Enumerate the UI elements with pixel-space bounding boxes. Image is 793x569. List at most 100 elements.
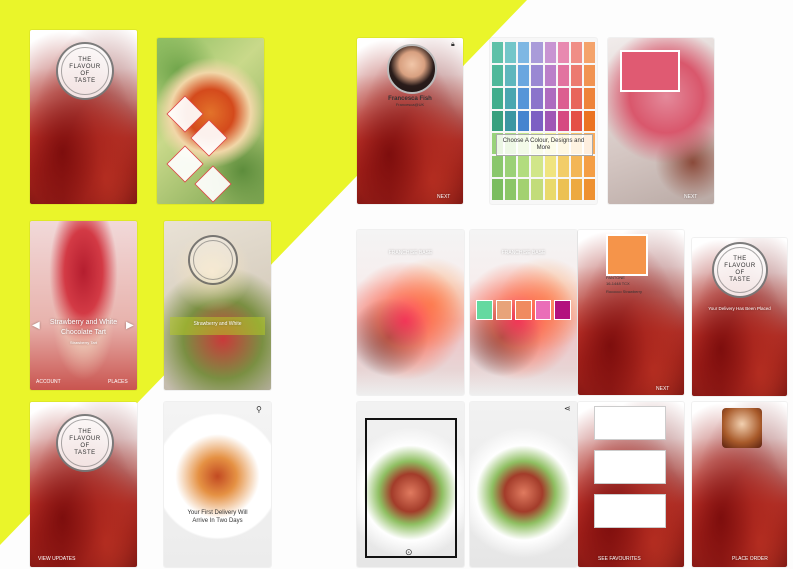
splash-screen-3: THE FLAVOUR OF TASTE Your Delivery Has B… <box>692 238 787 396</box>
colour-swatch[interactable] <box>495 300 513 320</box>
palette-cell[interactable] <box>518 87 530 109</box>
see-favourites-button[interactable]: SEE FAVOURITES <box>598 556 641 562</box>
palette-cell[interactable] <box>570 156 582 178</box>
colour-splash-screen: FRANCHISE BASE <box>357 230 464 395</box>
palette-cell[interactable] <box>505 179 517 200</box>
palette-cell[interactable] <box>531 179 543 200</box>
splash-screen-2: THE FLAVOUR OF TASTE VIEW UPDATES <box>30 402 137 567</box>
palette-cell[interactable] <box>531 64 543 86</box>
palette-cell[interactable] <box>518 64 530 86</box>
palette-cell[interactable] <box>544 179 556 200</box>
pantone-chip <box>620 50 680 92</box>
palette-cell[interactable] <box>544 87 556 109</box>
food-menu-screen <box>157 38 264 204</box>
franchise-label: FRANCHISE BASE <box>388 250 433 256</box>
dish-overlay-screen: Strawberry and White <box>164 221 271 390</box>
menu-diamond-2 <box>190 119 228 157</box>
palette-cell[interactable] <box>557 179 569 200</box>
franchise-label-2: FRANCHISE BASE <box>501 250 546 256</box>
palette-cell[interactable] <box>583 87 595 109</box>
fav-card-3[interactable] <box>594 494 666 528</box>
pantone-name: Rococco Strawberry <box>606 289 643 294</box>
palette-cell[interactable] <box>505 110 517 132</box>
colour-swatch[interactable] <box>534 300 552 320</box>
pantone-orange-chip <box>606 234 648 276</box>
palette-cell[interactable] <box>518 179 530 200</box>
colour-swatch[interactable] <box>476 300 493 320</box>
back-button[interactable]: ACCOUNT <box>36 379 61 385</box>
palette-cell[interactable] <box>570 87 582 109</box>
palette-cell[interactable] <box>557 156 569 178</box>
moodboard: THE FLAVOUR OF TASTE Strawberry and Whit… <box>0 0 793 569</box>
palette-cell[interactable] <box>518 42 530 63</box>
profile-screen: Francesca Fish Francesca@UK NEXT 🔒︎ <box>357 38 463 204</box>
colour-swatch[interactable] <box>515 300 532 320</box>
palette-cell[interactable] <box>583 156 595 178</box>
colour-swatch[interactable] <box>554 300 571 320</box>
palette-cell[interactable] <box>557 64 569 86</box>
menu-diamond-4 <box>194 165 232 203</box>
palette-cell[interactable] <box>544 156 556 178</box>
palette-cell[interactable] <box>505 87 517 109</box>
swatch-row[interactable] <box>476 300 571 320</box>
palette-cell[interactable] <box>583 110 595 132</box>
palette-cell[interactable] <box>505 156 517 178</box>
prev-arrow-icon[interactable]: ◀ <box>32 320 40 332</box>
pantone-option-next[interactable]: NEXT <box>656 386 669 392</box>
flavour-logo-2: THE FLAVOUR OF TASTE <box>56 414 114 472</box>
palette-cell[interactable] <box>570 64 582 86</box>
dish-share-screen: ⋖ <box>470 402 577 567</box>
share-icon[interactable]: ⋖ <box>564 404 571 414</box>
camera-icon[interactable]: ⊙ <box>405 547 413 558</box>
delivery-line-1: Your First Delivery Will <box>187 510 248 516</box>
palette-cell[interactable] <box>492 87 504 109</box>
flavour-logo-3: THE FLAVOUR OF TASTE <box>712 242 768 298</box>
palette-cell[interactable] <box>492 156 504 178</box>
palette-cell[interactable] <box>557 110 569 132</box>
palette-cell[interactable] <box>570 110 582 132</box>
palette-cell[interactable] <box>492 179 504 200</box>
lock-icon[interactable]: 🔒︎ <box>451 41 455 49</box>
swatch-screen: FRANCHISE BASE <box>470 230 577 395</box>
palette-cell[interactable] <box>570 42 582 63</box>
palette-cell[interactable] <box>531 110 543 132</box>
fav-card-1[interactable] <box>594 406 666 440</box>
fav-card-2[interactable] <box>594 450 666 484</box>
dish-caption: Strawberry and White <box>193 321 242 327</box>
palette-cell[interactable] <box>531 156 543 178</box>
pantone-next[interactable]: NEXT <box>684 194 697 200</box>
palette-cell[interactable] <box>570 179 582 200</box>
palette-cell[interactable] <box>505 64 517 86</box>
place-order-button[interactable]: PLACE ORDER <box>732 556 768 562</box>
next-arrow-icon[interactable]: ▶ <box>126 320 134 332</box>
palette-cell[interactable] <box>583 179 595 200</box>
favourites-screen: SEE FAVOURITES <box>578 402 684 567</box>
camera-screen: ⊙ <box>357 402 464 567</box>
palette-cell[interactable] <box>518 110 530 132</box>
order-item-image <box>722 408 762 448</box>
view-updates-link[interactable]: VIEW UPDATES <box>38 556 75 562</box>
palette-cell[interactable] <box>544 42 556 63</box>
palette-cell[interactable] <box>557 87 569 109</box>
next-button[interactable]: PLACES <box>108 379 128 385</box>
palette-cell[interactable] <box>557 42 569 63</box>
location-pin-icon[interactable]: ⚲ <box>256 405 262 415</box>
palette-cell[interactable] <box>544 64 556 86</box>
palette-cell[interactable] <box>492 42 504 63</box>
profile-next-button[interactable]: NEXT <box>437 194 450 200</box>
palette-cell[interactable] <box>492 64 504 86</box>
palette-cell[interactable] <box>531 42 543 63</box>
dish-subtitle: Strawberry Tart <box>69 340 98 345</box>
palette-cell[interactable] <box>583 42 595 63</box>
palette-cell[interactable] <box>518 156 530 178</box>
dish-title-2: Chocolate Tart <box>60 329 106 336</box>
splash-screen-1: THE FLAVOUR OF TASTE <box>30 30 137 204</box>
place-order-screen: PLACE ORDER <box>692 402 787 567</box>
palette-cell[interactable] <box>531 87 543 109</box>
colour-palette[interactable] <box>492 42 595 200</box>
palette-cell[interactable] <box>583 64 595 86</box>
pantone-code: 16-1448 TCX <box>606 281 630 286</box>
palette-cell[interactable] <box>505 42 517 63</box>
palette-cell[interactable] <box>492 110 504 132</box>
palette-cell[interactable] <box>544 110 556 132</box>
